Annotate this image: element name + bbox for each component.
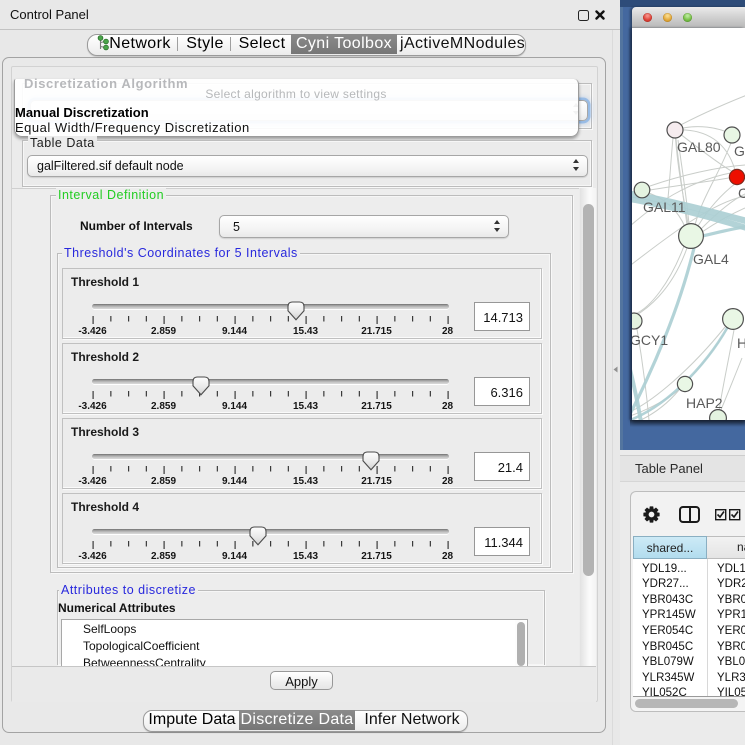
svg-text:GCY1: GCY1 <box>632 332 668 348</box>
svg-text:GAL4: GAL4 <box>693 251 729 267</box>
svg-text:H: H <box>737 335 745 351</box>
svg-text:GAL11: GAL11 <box>643 199 686 215</box>
svg-text:HAP2: HAP2 <box>686 395 723 411</box>
svg-text:G: G <box>734 143 745 159</box>
svg-text:GAL80: GAL80 <box>677 139 721 155</box>
svg-text:C: C <box>738 185 745 201</box>
